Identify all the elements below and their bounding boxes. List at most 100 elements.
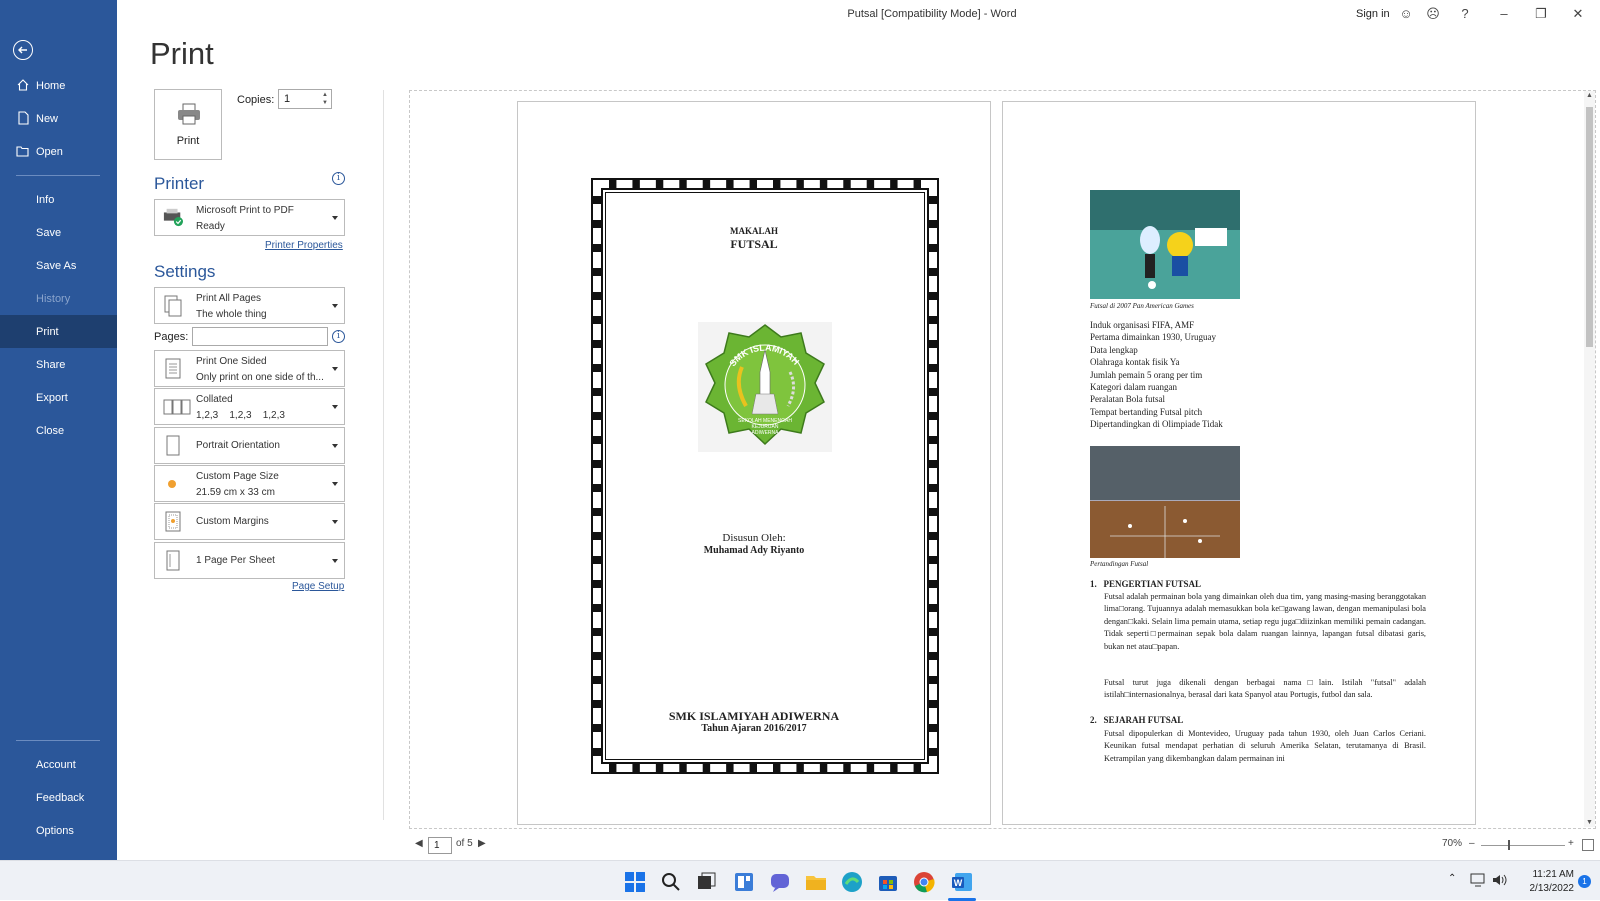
search-icon[interactable] bbox=[660, 871, 682, 893]
orientation-label: Portrait Orientation bbox=[196, 440, 280, 451]
fact-line: Jumlah pemain 5 orang per tim bbox=[1090, 369, 1203, 380]
page-number-input[interactable]: 1 bbox=[428, 837, 452, 854]
printer-ready-icon bbox=[163, 208, 183, 227]
zoom-out-button[interactable]: – bbox=[1469, 838, 1475, 849]
home-icon bbox=[17, 79, 29, 91]
margins-dropdown[interactable]: Custom Margins bbox=[154, 503, 345, 540]
nav-account[interactable]: Account bbox=[0, 748, 117, 781]
page-setup-link[interactable]: Page Setup bbox=[292, 581, 344, 592]
pages-input[interactable] bbox=[192, 327, 328, 346]
taskbar: W ⌃ 11:21 AM 2/13/2022 1 bbox=[0, 860, 1600, 901]
widgets-icon[interactable] bbox=[733, 871, 755, 893]
printer-dropdown[interactable]: Microsoft Print to PDF Ready bbox=[154, 199, 345, 236]
photo-caption-2: Pertandingan Futsal bbox=[1090, 560, 1149, 568]
zoom-to-page-icon[interactable] bbox=[1582, 839, 1594, 851]
collation-label: Collated bbox=[196, 394, 233, 405]
nav-export[interactable]: Export bbox=[0, 381, 117, 414]
printer-icon bbox=[178, 103, 200, 125]
frown-icon[interactable]: ☹ bbox=[1425, 6, 1441, 22]
page-size-dropdown[interactable]: Custom Page Size 21.59 cm x 33 cm bbox=[154, 465, 345, 502]
print-button-label: Print bbox=[176, 135, 200, 147]
cover-author: Muhamad Ady Riyanto bbox=[703, 545, 805, 556]
open-folder-icon bbox=[16, 146, 29, 157]
nav-new-label: New bbox=[36, 112, 59, 125]
orientation-dropdown[interactable]: Portrait Orientation bbox=[154, 427, 345, 464]
nav-share[interactable]: Share bbox=[0, 348, 117, 381]
back-arrow-icon[interactable] bbox=[13, 40, 33, 60]
preview-scrollbar[interactable]: ▲ ▼ bbox=[1584, 91, 1595, 827]
page-total: of 5 bbox=[456, 838, 473, 849]
scroll-up-icon[interactable]: ▲ bbox=[1586, 92, 1593, 99]
sign-in-link[interactable]: Sign in bbox=[1356, 8, 1390, 20]
copies-label: Copies: bbox=[237, 94, 275, 106]
page-title: Print bbox=[150, 36, 214, 71]
nav-open-label: Open bbox=[36, 145, 63, 158]
collation-sub: 1,2,3 1,2,3 1,2,3 bbox=[196, 410, 285, 421]
print-range-dropdown[interactable]: Print All Pages The whole thing bbox=[154, 287, 345, 324]
previous-page-icon[interactable]: ◀ bbox=[415, 838, 423, 849]
word-icon[interactable]: W bbox=[951, 871, 973, 893]
nav-save-label: Save bbox=[36, 226, 62, 239]
help-icon[interactable]: ? bbox=[1457, 6, 1473, 22]
sidebar-divider bbox=[16, 175, 100, 176]
notification-badge[interactable]: 1 bbox=[1578, 875, 1591, 888]
print-button[interactable]: Print bbox=[154, 89, 222, 160]
start-icon[interactable] bbox=[624, 871, 646, 893]
nav-close[interactable]: Close bbox=[0, 414, 117, 447]
display-icon[interactable] bbox=[1470, 873, 1486, 887]
chevron-down-icon bbox=[332, 216, 338, 220]
section-1-paragraph-2: Futsal turut juga dikenali dengan berbag… bbox=[1104, 678, 1426, 700]
nav-feedback[interactable]: Feedback bbox=[0, 781, 117, 814]
nav-print[interactable]: Print bbox=[0, 315, 117, 348]
chevron-up-icon[interactable]: ⌃ bbox=[1448, 873, 1456, 884]
chrome-icon[interactable] bbox=[913, 871, 935, 893]
backstage-sidebar: Home New Open Info Save Save As History … bbox=[0, 0, 117, 860]
pages-per-sheet-dropdown[interactable]: 1 Page Per Sheet bbox=[154, 542, 345, 579]
volume-icon[interactable] bbox=[1492, 873, 1508, 887]
clock-date[interactable]: 2/13/2022 bbox=[1518, 883, 1575, 894]
copies-spinner[interactable]: ▲ ▼ bbox=[322, 91, 328, 107]
scroll-down-icon[interactable]: ▼ bbox=[1586, 819, 1593, 826]
zoom-slider-thumb[interactable] bbox=[1508, 840, 1510, 850]
section-2-paragraph-1: Futsal dipopulerkan di Montevideo, Urugu… bbox=[1104, 729, 1426, 763]
nav-home[interactable]: Home bbox=[0, 69, 117, 102]
print-range-label: Print All Pages bbox=[196, 293, 262, 304]
futsal-facts: Induk organisasi FIFA, AMF Pertama dimai… bbox=[1090, 319, 1223, 431]
print-preview[interactable]: MAKALAH FUTSAL SMK ISLAMIYAH SEKOLAH MEN… bbox=[409, 90, 1596, 829]
margins-label: Custom Margins bbox=[196, 516, 269, 527]
smile-icon[interactable]: ☺ bbox=[1398, 6, 1414, 22]
pages-info-icon[interactable]: i bbox=[332, 330, 345, 343]
nav-save-as[interactable]: Save As bbox=[0, 249, 117, 282]
nav-save[interactable]: Save bbox=[0, 216, 117, 249]
edge-icon[interactable] bbox=[841, 871, 863, 893]
zoom-slider[interactable] bbox=[1481, 845, 1565, 846]
nav-options[interactable]: Options bbox=[0, 814, 117, 847]
file-explorer-icon[interactable] bbox=[805, 871, 827, 893]
scroll-thumb[interactable] bbox=[1586, 107, 1593, 347]
zoom-in-button[interactable]: + bbox=[1568, 838, 1574, 849]
collation-dropdown[interactable]: Collated 1,2,3 1,2,3 1,2,3 bbox=[154, 388, 345, 425]
store-icon[interactable] bbox=[877, 871, 899, 893]
clock-time[interactable]: 11:21 AM bbox=[1518, 869, 1574, 880]
logo-text-3: ADIWERNA bbox=[752, 430, 780, 436]
chevron-down-icon bbox=[332, 405, 338, 409]
close-window-button[interactable]: ✕ bbox=[1570, 6, 1586, 22]
copies-input[interactable]: 1 ▲ ▼ bbox=[278, 89, 332, 109]
nav-new[interactable]: New bbox=[0, 102, 117, 135]
fact-line: Kategori dalam ruangan bbox=[1090, 382, 1177, 393]
one-sided-icon bbox=[165, 358, 181, 379]
restore-button[interactable]: ❐ bbox=[1533, 6, 1549, 22]
sides-dropdown[interactable]: Print One Sided Only print on one side o… bbox=[154, 350, 345, 387]
task-view-icon[interactable] bbox=[696, 871, 718, 893]
nav-info[interactable]: Info bbox=[0, 183, 117, 216]
next-page-icon[interactable]: ▶ bbox=[478, 838, 486, 849]
minimize-button[interactable]: – bbox=[1496, 6, 1512, 22]
photo-caption-1: Futsal di 2007 Pan American Games bbox=[1090, 302, 1194, 310]
zoom-level[interactable]: 70% bbox=[1442, 838, 1462, 849]
nav-open[interactable]: Open bbox=[0, 135, 117, 168]
printer-properties-link[interactable]: Printer Properties bbox=[265, 240, 343, 251]
chat-icon[interactable] bbox=[769, 871, 791, 893]
new-document-icon bbox=[18, 111, 29, 125]
fact-line: Olahraga kontak fisik Ya bbox=[1090, 357, 1180, 368]
info-icon[interactable]: i bbox=[332, 172, 345, 185]
